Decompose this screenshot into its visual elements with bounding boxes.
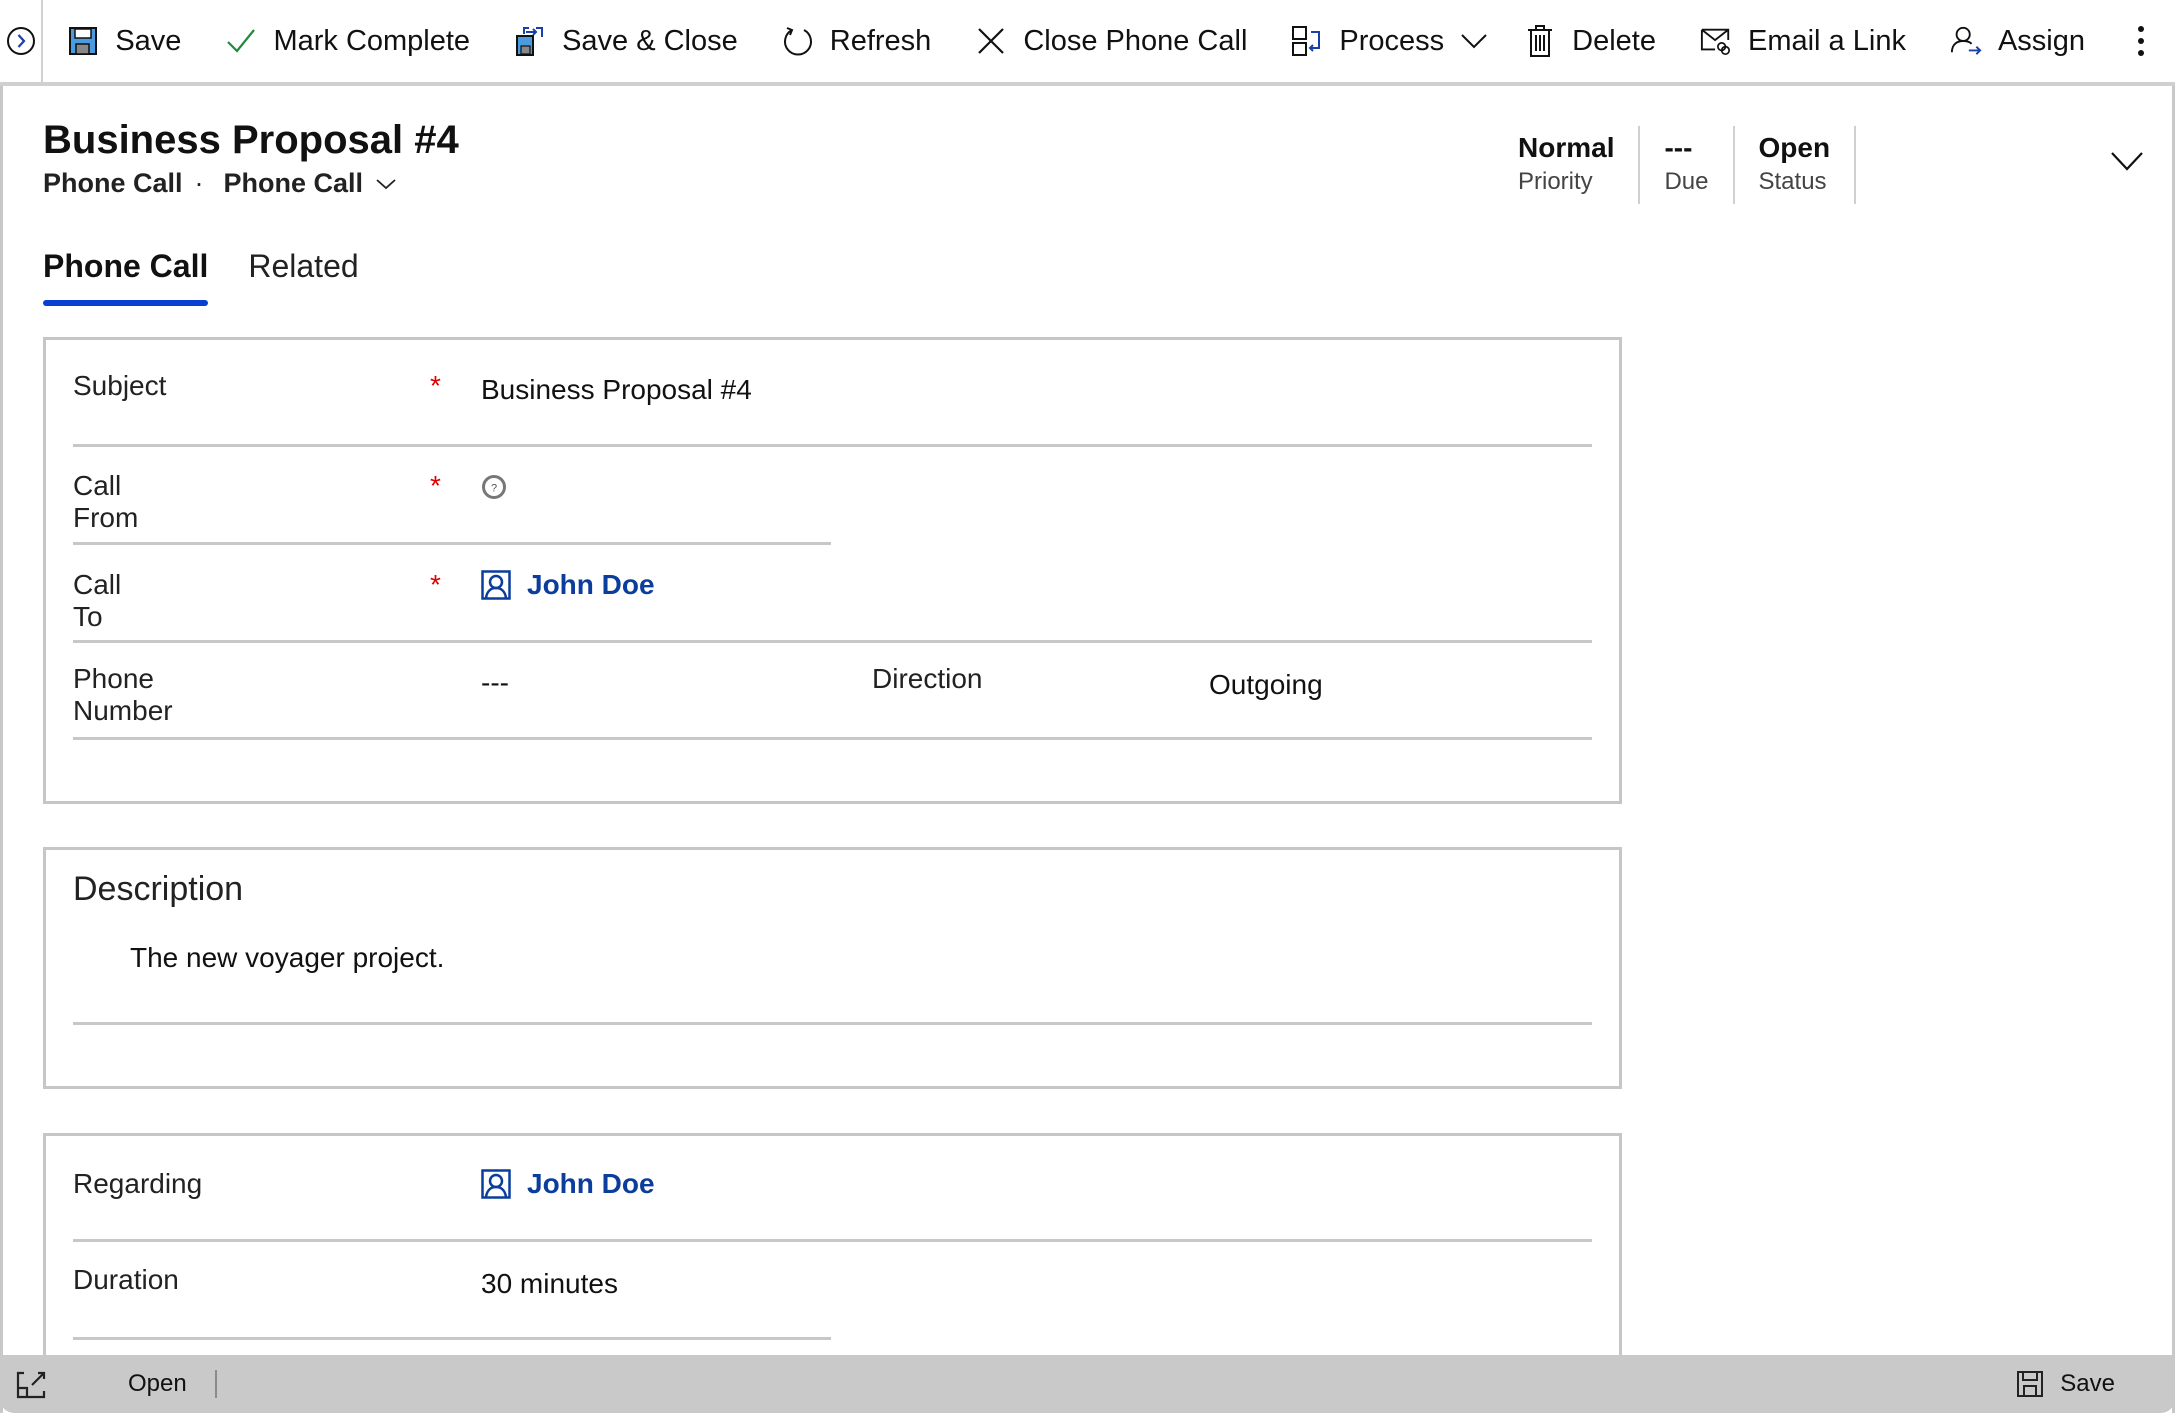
regarding-lookup-link[interactable]: John Doe xyxy=(481,1168,655,1200)
subject-label: Subject xyxy=(73,370,167,401)
more-commands-button[interactable] xyxy=(2107,0,2175,82)
call-from-label: Call From xyxy=(73,470,139,533)
form-tabs: Phone Call Related xyxy=(43,248,399,306)
delete-label: Delete xyxy=(1572,24,1656,57)
header-field-due: --- Due xyxy=(1640,126,1735,204)
open-in-new-window-icon[interactable] xyxy=(16,1369,46,1399)
form-selector-label: Phone Call xyxy=(223,168,364,198)
save-and-close-button[interactable]: Save & Close xyxy=(492,0,760,82)
status-value: Open xyxy=(1758,132,1831,163)
save-close-icon xyxy=(514,25,546,57)
priority-label: Priority xyxy=(1518,168,1593,195)
refresh-label: Refresh xyxy=(829,24,932,57)
required-indicator: * xyxy=(430,370,441,401)
field-divider xyxy=(73,444,1592,447)
process-button[interactable]: Process xyxy=(1269,0,1452,82)
close-icon xyxy=(975,25,1007,57)
details-section: Regarding John Doe Duration 30 minutes xyxy=(43,1133,1622,1393)
save-label: Save xyxy=(115,24,182,57)
subject-input[interactable]: Business Proposal #4 xyxy=(481,374,752,406)
save-icon xyxy=(67,25,99,57)
duration-select[interactable]: 30 minutes xyxy=(481,1268,618,1300)
phone-number-label: Phone Number xyxy=(73,663,173,726)
subtitle-separator: · xyxy=(194,168,204,198)
phone-number-input[interactable]: --- xyxy=(481,667,509,699)
field-divider xyxy=(73,1337,831,1340)
due-label: Due xyxy=(1664,168,1709,195)
description-section: Description The new voyager project. xyxy=(43,847,1622,1089)
chevron-down-icon xyxy=(2111,152,2143,171)
status-footer: Open Save xyxy=(0,1355,2175,1413)
form-selector[interactable]: Phone Call xyxy=(224,168,398,199)
assign-label: Assign xyxy=(1997,24,2085,57)
chevron-down-icon xyxy=(1461,34,1487,49)
more-vertical-icon xyxy=(2138,26,2144,56)
direction-label: Direction xyxy=(872,663,983,694)
header-field-priority: Normal Priority xyxy=(1502,126,1641,204)
tab-related[interactable]: Related xyxy=(248,248,358,306)
call-to-lookup-link[interactable]: John Doe xyxy=(481,569,655,601)
entity-name: Phone Call xyxy=(43,168,183,198)
required-indicator: * xyxy=(430,470,441,501)
email-link-icon xyxy=(1700,25,1732,57)
call-to-label: Call To xyxy=(73,569,122,632)
email-a-link-button[interactable]: Email a Link xyxy=(1678,0,1928,82)
footer-separator xyxy=(214,1370,217,1398)
record-title: Business Proposal #4 xyxy=(43,118,459,162)
header-field-status: Open Status xyxy=(1735,126,1857,204)
call-from-lookup[interactable]: ? xyxy=(481,474,507,500)
direction-select[interactable]: Outgoing xyxy=(1209,669,1323,701)
regarding-value: John Doe xyxy=(527,1168,655,1199)
process-dropdown-button[interactable] xyxy=(1452,0,1502,82)
trash-icon xyxy=(1524,25,1556,57)
field-divider xyxy=(73,1239,1592,1242)
chevron-down-icon xyxy=(376,178,396,189)
command-bar: Save Mark Complete Save & Close Refresh … xyxy=(0,0,2175,86)
header-fields: Normal Priority --- Due Open Status xyxy=(1502,126,1857,204)
assign-icon xyxy=(1950,25,1982,57)
regarding-label: Regarding xyxy=(73,1168,203,1199)
priority-value: Normal xyxy=(1518,132,1615,163)
footer-save-label: Save xyxy=(2060,1370,2115,1397)
contact-icon xyxy=(481,1169,511,1199)
checkmark-icon xyxy=(225,25,257,57)
process-label: Process xyxy=(1339,24,1445,57)
record-subtitle: Phone Call · Phone Call xyxy=(43,168,397,199)
nav-toggle-button[interactable] xyxy=(0,0,44,82)
close-phone-call-label: Close Phone Call xyxy=(1023,24,1248,57)
call-to-value: John Doe xyxy=(527,569,655,600)
delete-button[interactable]: Delete xyxy=(1502,0,1678,82)
contact-icon xyxy=(481,570,511,600)
email-a-link-label: Email a Link xyxy=(1747,24,1906,57)
open-button[interactable]: Open xyxy=(128,1370,187,1398)
description-textarea[interactable]: The new voyager project. xyxy=(130,942,444,974)
chevron-right-circle-icon xyxy=(6,27,35,55)
close-phone-call-button[interactable]: Close Phone Call xyxy=(953,0,1269,82)
svg-text:?: ? xyxy=(491,483,497,495)
mark-complete-button[interactable]: Mark Complete xyxy=(203,0,492,82)
process-icon xyxy=(1291,25,1323,57)
due-value: --- xyxy=(1664,132,1693,163)
header-expand-button[interactable] xyxy=(2110,150,2144,177)
save-button[interactable]: Save xyxy=(43,0,203,82)
assign-button[interactable]: Assign xyxy=(1928,0,2107,82)
status-label: Status xyxy=(1758,168,1827,195)
unresolved-lookup-icon: ? xyxy=(482,475,506,499)
description-heading: Description xyxy=(73,870,244,908)
field-divider xyxy=(73,640,1592,643)
save-icon xyxy=(2017,1371,2044,1397)
mark-complete-label: Mark Complete xyxy=(273,24,471,57)
field-divider xyxy=(73,542,831,545)
field-divider xyxy=(73,737,1592,740)
tab-phone-call[interactable]: Phone Call xyxy=(43,248,209,306)
general-section: Subject * Business Proposal #4 Call From… xyxy=(43,337,1622,804)
refresh-icon xyxy=(782,25,814,57)
field-divider xyxy=(73,1022,1592,1025)
save-and-close-label: Save & Close xyxy=(562,24,738,57)
required-indicator: * xyxy=(430,569,441,600)
footer-save-button[interactable]: Save xyxy=(2016,1370,2115,1398)
refresh-button[interactable]: Refresh xyxy=(760,0,954,82)
duration-label: Duration xyxy=(73,1264,179,1295)
